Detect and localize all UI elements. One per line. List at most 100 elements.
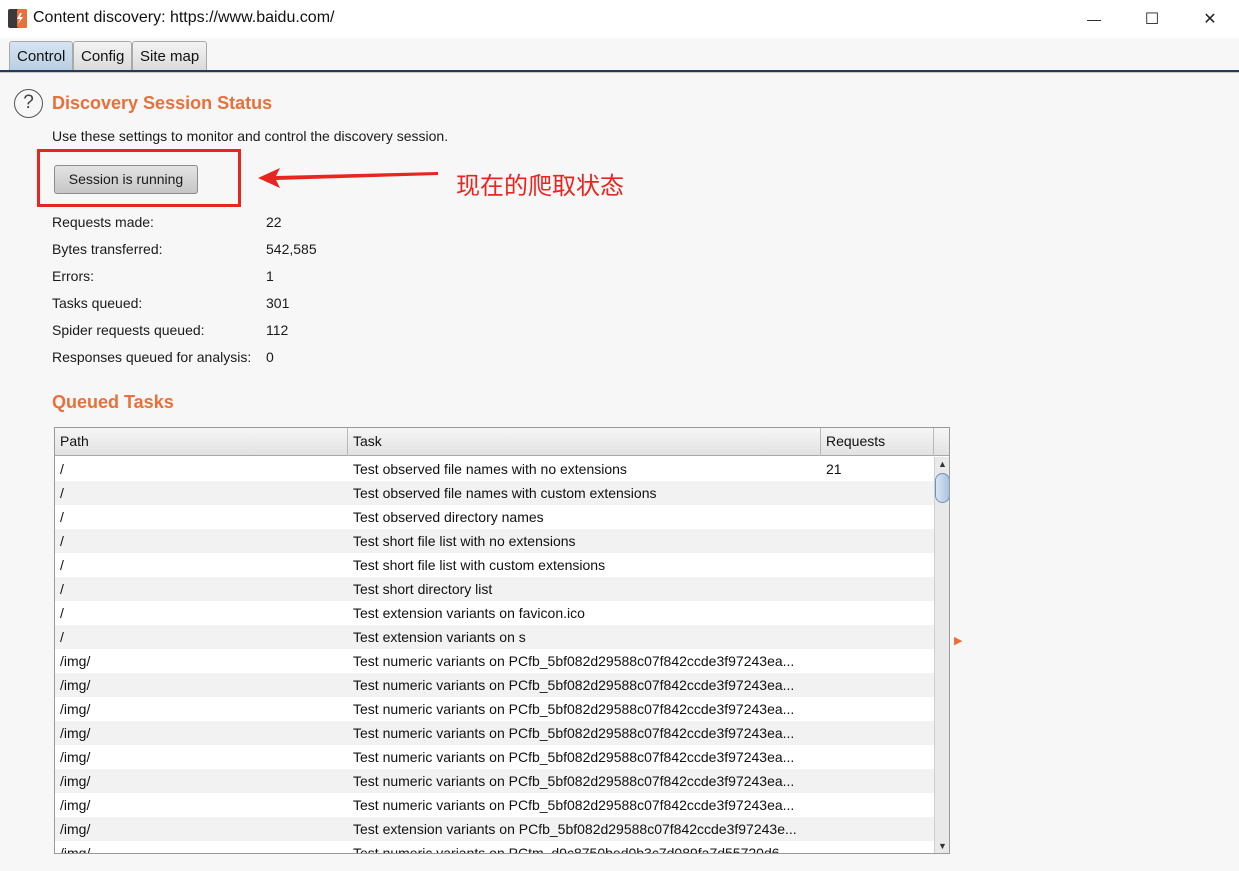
maximize-button[interactable]: ☐ xyxy=(1123,0,1181,38)
scroll-up-icon[interactable]: ▲ xyxy=(935,457,949,471)
column-header-task[interactable]: Task xyxy=(348,428,821,456)
cell-requests xyxy=(826,697,926,721)
stat-label-responses-queued: Responses queued for analysis: xyxy=(52,349,252,365)
cell-task: Test numeric variants on PCfb_5bf082d295… xyxy=(353,797,795,813)
cell-task: Test observed file names with custom ext… xyxy=(353,485,657,501)
cell-task: Test numeric variants on PCfb_5bf082d295… xyxy=(353,773,795,789)
cell-requests xyxy=(826,817,926,841)
minimize-button[interactable]: — xyxy=(1065,0,1123,38)
table-header: Path Task Requests xyxy=(55,428,949,456)
cell-path: / xyxy=(60,461,64,477)
cell-task: Test numeric variants on PCfb_5bf082d295… xyxy=(353,749,795,765)
cell-requests xyxy=(826,793,926,817)
cell-task: Test observed file names with no extensi… xyxy=(353,461,627,477)
table-row[interactable]: / Test short directory list xyxy=(55,577,934,601)
cell-path: / xyxy=(60,605,64,621)
tab-strip: Control Config Site map xyxy=(0,38,1239,72)
table-row[interactable]: / Test observed file names with no extens… xyxy=(55,457,934,481)
tab-site-map[interactable]: Site map xyxy=(132,41,208,72)
cell-requests xyxy=(826,481,926,505)
table-row[interactable]: /img/Test extension variants on PCfb_5bf… xyxy=(55,817,934,841)
cell-requests xyxy=(826,553,926,577)
cell-path: / xyxy=(60,509,64,525)
stat-label-tasks-queued: Tasks queued: xyxy=(52,295,143,311)
help-icon[interactable]: ? xyxy=(14,89,43,118)
stat-value-tasks-queued: 301 xyxy=(266,295,290,311)
cell-task: Test extension variants on PCfb_5bf082d2… xyxy=(353,821,797,837)
cell-requests: 21 xyxy=(826,461,842,477)
cell-path: /img/ xyxy=(60,653,91,669)
table-row[interactable]: / Test observed directory names xyxy=(55,505,934,529)
cell-requests xyxy=(826,577,926,601)
table-row[interactable]: /img/Test numeric variants on PCtm_d9c87… xyxy=(55,841,934,853)
maximize-icon: ☐ xyxy=(1144,11,1160,28)
table-row[interactable]: / Test short file list with no extensions xyxy=(55,529,934,553)
stat-value-responses-queued: 0 xyxy=(266,349,274,365)
queued-tasks-table: Path Task Requests / Test observed file n… xyxy=(54,427,950,854)
table-row[interactable]: /img/Test numeric variants on PCfb_5bf08… xyxy=(55,697,934,721)
cell-task: Test numeric variants on PCfb_5bf082d295… xyxy=(353,653,795,669)
annotation-text: 现在的爬取状态 xyxy=(456,172,624,200)
table-row[interactable]: /img/Test numeric variants on PCfb_5bf08… xyxy=(55,769,934,793)
tab-divider-shadow xyxy=(0,72,1239,73)
window-title: Content discovery: https://www.baidu.com… xyxy=(33,9,335,26)
cell-task: Test numeric variants on PCfb_5bf082d295… xyxy=(353,701,795,717)
table-row[interactable]: /img/Test numeric variants on PCfb_5bf08… xyxy=(55,721,934,745)
stat-value-errors: 1 xyxy=(266,268,274,284)
section-heading-queued-tasks: Queued Tasks xyxy=(52,392,174,412)
cell-requests xyxy=(826,649,926,673)
stat-label-bytes-transferred: Bytes transferred: xyxy=(52,241,163,257)
cell-requests xyxy=(826,841,926,853)
table-body: / Test observed file names with no extens… xyxy=(55,457,934,853)
cell-path: /img/ xyxy=(60,845,91,853)
cell-path: / xyxy=(60,533,64,549)
stat-value-requests-made: 22 xyxy=(266,214,282,230)
cell-task: Test extension variants on favicon.ico xyxy=(353,605,585,621)
cell-path: /img/ xyxy=(60,797,91,813)
status-description: Use these settings to monitor and contro… xyxy=(52,128,449,144)
tab-control[interactable]: Control xyxy=(9,41,74,72)
tab-config[interactable]: Config xyxy=(73,41,133,72)
cell-task: Test numeric variants on PCfb_5bf082d295… xyxy=(353,725,795,741)
cell-requests xyxy=(826,745,926,769)
cell-path: / xyxy=(60,485,64,501)
burp-app-icon xyxy=(8,9,27,28)
annotation-arrow-icon xyxy=(258,168,438,188)
cell-path: /img/ xyxy=(60,701,91,717)
cell-task: Test extension variants on s xyxy=(353,629,526,645)
cell-task: Test short file list with custom extensi… xyxy=(353,557,606,573)
cell-path: /img/ xyxy=(60,773,91,789)
panel-expand-arrow-icon[interactable]: ▶ xyxy=(954,634,962,647)
table-row[interactable]: / Test extension variants on favicon.ico xyxy=(55,601,934,625)
cell-requests xyxy=(826,529,926,553)
cell-path: / xyxy=(60,629,64,645)
stat-value-bytes-transferred: 542,585 xyxy=(266,241,317,257)
close-button[interactable]: ✕ xyxy=(1181,0,1239,38)
cell-requests xyxy=(826,601,926,625)
cell-path: /img/ xyxy=(60,725,91,741)
stat-value-spider-requests-queued: 112 xyxy=(266,322,289,338)
cell-requests xyxy=(826,625,926,649)
column-header-path[interactable]: Path xyxy=(55,428,348,456)
scrollbar-thumb[interactable] xyxy=(935,473,949,503)
vertical-scrollbar[interactable]: ▲ ▼ xyxy=(934,457,949,853)
cell-task: Test numeric variants on PCfb_5bf082d295… xyxy=(353,677,795,693)
column-header-requests[interactable]: Requests xyxy=(821,428,934,456)
minimize-icon: — xyxy=(1087,11,1101,27)
table-row[interactable]: /img/Test numeric variants on PCfb_5bf08… xyxy=(55,673,934,697)
title-bar: Content discovery: https://www.baidu.com… xyxy=(0,0,1239,38)
table-row[interactable]: /img/Test numeric variants on PCfb_5bf08… xyxy=(55,649,934,673)
table-row[interactable]: / Test extension variants on s xyxy=(55,625,934,649)
table-row[interactable]: / Test observed file names with custom ex… xyxy=(55,481,934,505)
section-heading-status: Discovery Session Status xyxy=(52,93,273,113)
cell-requests xyxy=(826,505,926,529)
cell-requests xyxy=(826,673,926,697)
table-row[interactable]: /img/Test numeric variants on PCfb_5bf08… xyxy=(55,793,934,817)
cell-path: / xyxy=(60,557,64,573)
scroll-down-icon[interactable]: ▼ xyxy=(935,839,949,853)
stat-label-requests-made: Requests made: xyxy=(52,214,154,230)
table-row[interactable]: /img/Test numeric variants on PCfb_5bf08… xyxy=(55,745,934,769)
cell-task: Test short file list with no extensions xyxy=(353,533,576,549)
cell-task: Test numeric variants on PCtm_d9c8750bed… xyxy=(353,845,792,853)
table-row[interactable]: / Test short file list with custom extens… xyxy=(55,553,934,577)
